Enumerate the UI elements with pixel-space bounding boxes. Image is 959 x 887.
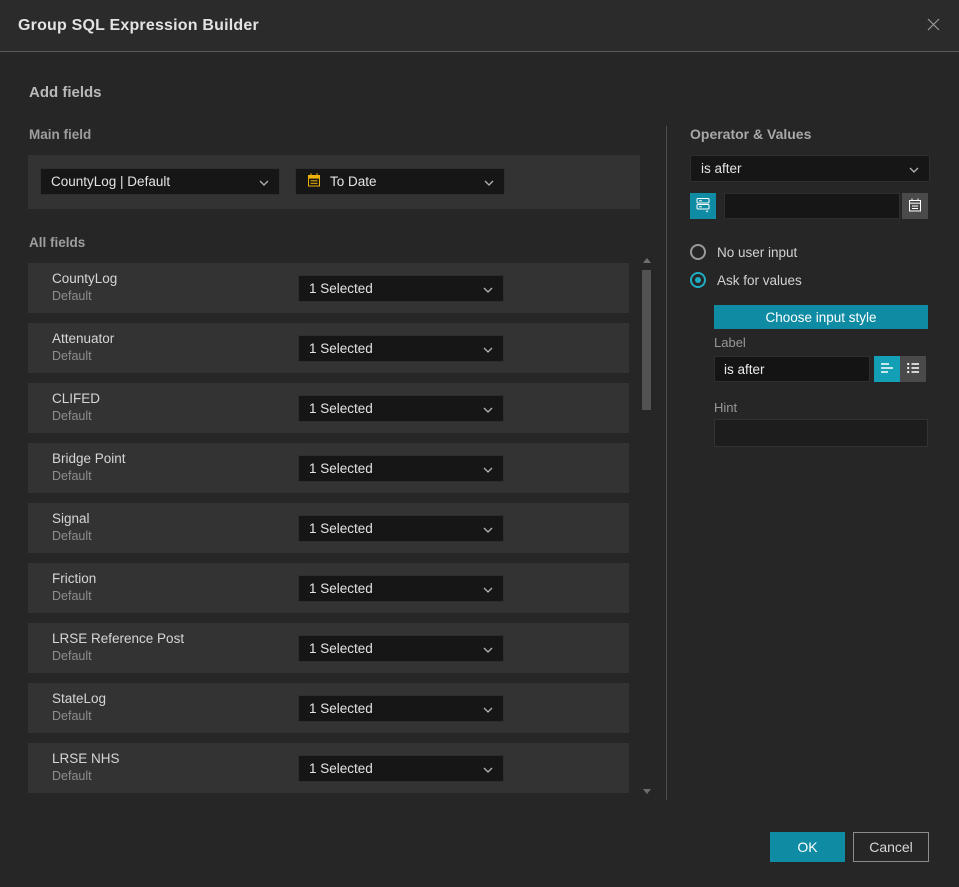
date-field-select[interactable]: To Date <box>295 168 505 195</box>
dialog-title: Group SQL Expression Builder <box>18 16 259 34</box>
radio-label: Ask for values <box>717 272 802 288</box>
field-selected-dropdown[interactable]: 1 Selected <box>298 395 504 422</box>
operator-select[interactable]: is after <box>690 155 930 182</box>
field-selected-value: 1 Selected <box>309 761 373 776</box>
choose-input-style-button[interactable]: Choose input style <box>714 305 928 329</box>
scroll-up-arrow-icon[interactable] <box>643 258 651 263</box>
field-selected-dropdown[interactable]: 1 Selected <box>298 695 504 722</box>
date-field-select-value: To Date <box>330 174 377 189</box>
group-sql-expression-builder-dialog: Group SQL Expression Builder Add fields … <box>0 0 959 887</box>
main-field-box: CountyLog | Default To Date <box>28 155 640 209</box>
operator-select-value: is after <box>701 161 742 176</box>
main-field-select[interactable]: CountyLog | Default <box>40 168 280 195</box>
date-picker-button[interactable] <box>902 193 928 219</box>
field-selected-dropdown[interactable]: 1 Selected <box>298 755 504 782</box>
field-selected-value: 1 Selected <box>309 461 373 476</box>
chevron-down-icon <box>483 281 493 296</box>
all-fields-list: CountyLog Default 1 Selected Attenuator Defa… <box>28 263 629 803</box>
operator-values-panel: Operator & Values is after No user input… <box>690 126 930 447</box>
scroll-down-arrow-icon[interactable] <box>643 789 651 794</box>
chevron-down-icon <box>483 761 493 776</box>
operator-values-heading: Operator & Values <box>690 126 812 142</box>
date-value-input[interactable] <box>724 193 900 219</box>
field-selected-value: 1 Selected <box>309 341 373 356</box>
field-selected-dropdown[interactable]: 1 Selected <box>298 275 504 302</box>
label-section-title: Label <box>714 335 746 350</box>
list-input-style-button[interactable] <box>900 356 926 382</box>
field-row: CountyLog Default 1 Selected <box>28 263 629 313</box>
vertical-divider <box>666 126 667 800</box>
field-row: LRSE Reference Post Default 1 Selected <box>28 623 629 673</box>
field-selected-value: 1 Selected <box>309 641 373 656</box>
radio-circle-icon <box>690 272 706 288</box>
field-selected-value: 1 Selected <box>309 401 373 416</box>
field-selected-dropdown[interactable]: 1 Selected <box>298 575 504 602</box>
close-icon <box>926 17 941 35</box>
field-selected-dropdown[interactable]: 1 Selected <box>298 515 504 542</box>
field-selected-value: 1 Selected <box>309 581 373 596</box>
chevron-down-icon <box>483 581 493 596</box>
field-selected-dropdown[interactable]: 1 Selected <box>298 335 504 362</box>
chevron-down-icon <box>483 461 493 476</box>
field-row: CLIFED Default 1 Selected <box>28 383 629 433</box>
bulleted-list-icon <box>905 361 921 378</box>
single-line-input-style-button[interactable] <box>874 356 900 382</box>
chevron-down-icon <box>483 521 493 536</box>
stacked-inputs-icon <box>695 196 711 216</box>
calendar-icon <box>306 172 322 191</box>
field-selected-value: 1 Selected <box>309 701 373 716</box>
title-bar: Group SQL Expression Builder <box>0 0 959 52</box>
value-row <box>690 193 930 219</box>
field-selected-dropdown[interactable]: 1 Selected <box>298 455 504 482</box>
calendar-icon <box>907 197 923 216</box>
field-selected-value: 1 Selected <box>309 521 373 536</box>
label-input[interactable] <box>714 356 870 382</box>
hint-section-title: Hint <box>714 400 738 415</box>
field-row: Attenuator Default 1 Selected <box>28 323 629 373</box>
chevron-down-icon <box>483 401 493 416</box>
field-selected-value: 1 Selected <box>309 281 373 296</box>
all-fields-label: All fields <box>29 235 86 250</box>
close-button[interactable] <box>921 14 945 38</box>
field-row: Bridge Point Default 1 Selected <box>28 443 629 493</box>
align-left-icon <box>879 361 895 378</box>
radio-circle-icon <box>690 244 706 260</box>
field-row: Friction Default 1 Selected <box>28 563 629 613</box>
chevron-down-icon <box>483 641 493 656</box>
main-field-select-value: CountyLog | Default <box>51 174 171 189</box>
field-row: Signal Default 1 Selected <box>28 503 629 553</box>
radio-label: No user input <box>717 244 798 260</box>
cancel-button[interactable]: Cancel <box>853 832 929 862</box>
field-selected-dropdown[interactable]: 1 Selected <box>298 635 504 662</box>
ok-button[interactable]: OK <box>770 832 845 862</box>
list-scrollbar[interactable] <box>641 256 652 796</box>
chevron-down-icon <box>483 701 493 716</box>
field-row: LRSE NHS Default 1 Selected <box>28 743 629 793</box>
input-type-button[interactable] <box>690 193 716 219</box>
radio-ask-for-values[interactable]: Ask for values <box>690 272 802 288</box>
chevron-down-icon <box>259 174 269 189</box>
scrollbar-thumb[interactable] <box>642 270 651 410</box>
add-fields-heading: Add fields <box>29 84 102 101</box>
chevron-down-icon <box>483 341 493 356</box>
chevron-down-icon <box>484 174 494 189</box>
main-field-label: Main field <box>29 127 92 142</box>
chevron-down-icon <box>909 161 919 176</box>
hint-input[interactable] <box>714 419 928 447</box>
field-row: StateLog Default 1 Selected <box>28 683 629 733</box>
radio-no-user-input[interactable]: No user input <box>690 244 797 260</box>
